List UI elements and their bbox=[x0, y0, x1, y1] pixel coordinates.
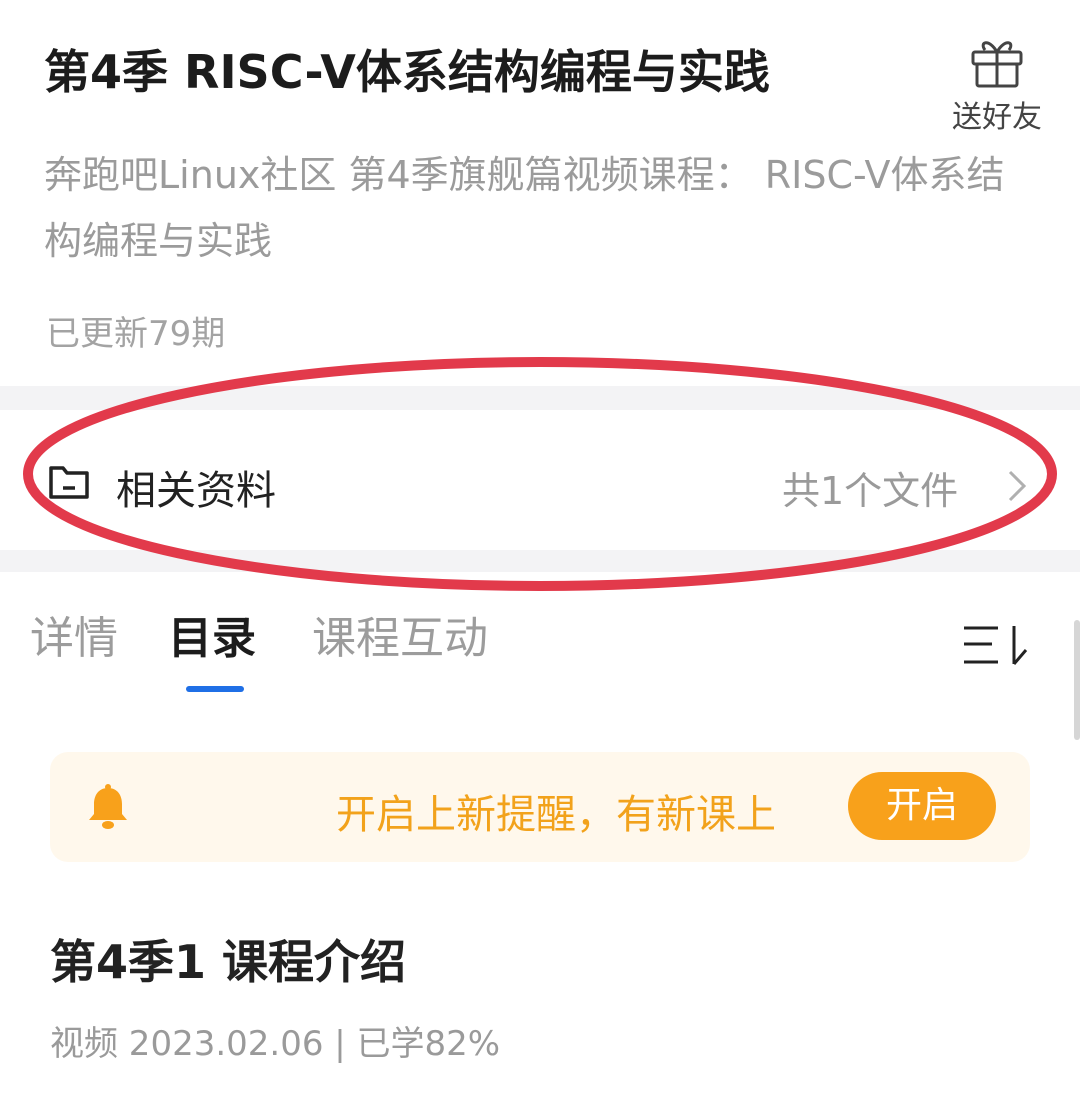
update-count: 已更新79期 bbox=[46, 314, 226, 354]
bell-icon bbox=[89, 784, 127, 829]
gift-button[interactable]: 送好友 bbox=[942, 36, 1052, 136]
course-title: 第4季 RISC-V体系结构编程与实践 bbox=[44, 45, 770, 99]
tab-indicator bbox=[186, 686, 244, 692]
gift-label: 送好友 bbox=[952, 100, 1042, 135]
tab-interaction[interactable]: 课程互动 bbox=[312, 602, 488, 666]
sort-icon[interactable] bbox=[962, 622, 1032, 668]
lesson-meta: 视频 2023.02.06 | 已学82% bbox=[50, 1024, 501, 1064]
tab-catalog[interactable]: 目录 bbox=[168, 602, 256, 666]
reminder-text: 开启上新提醒，有新课上 bbox=[336, 792, 776, 838]
scrollbar[interactable] bbox=[1074, 620, 1080, 740]
highlight-ellipse bbox=[23, 357, 1057, 591]
lesson-title[interactable]: 第4季1 课程介绍 bbox=[50, 926, 406, 992]
course-subtitle: 奔跑吧Linux社区 第4季旗舰篇视频课程： RISC-V体系结构编程与实践 bbox=[44, 153, 1005, 263]
tab-details[interactable]: 详情 bbox=[30, 602, 118, 666]
gift-icon bbox=[971, 41, 1023, 88]
enable-reminder-button[interactable]: 开启 bbox=[848, 772, 996, 840]
